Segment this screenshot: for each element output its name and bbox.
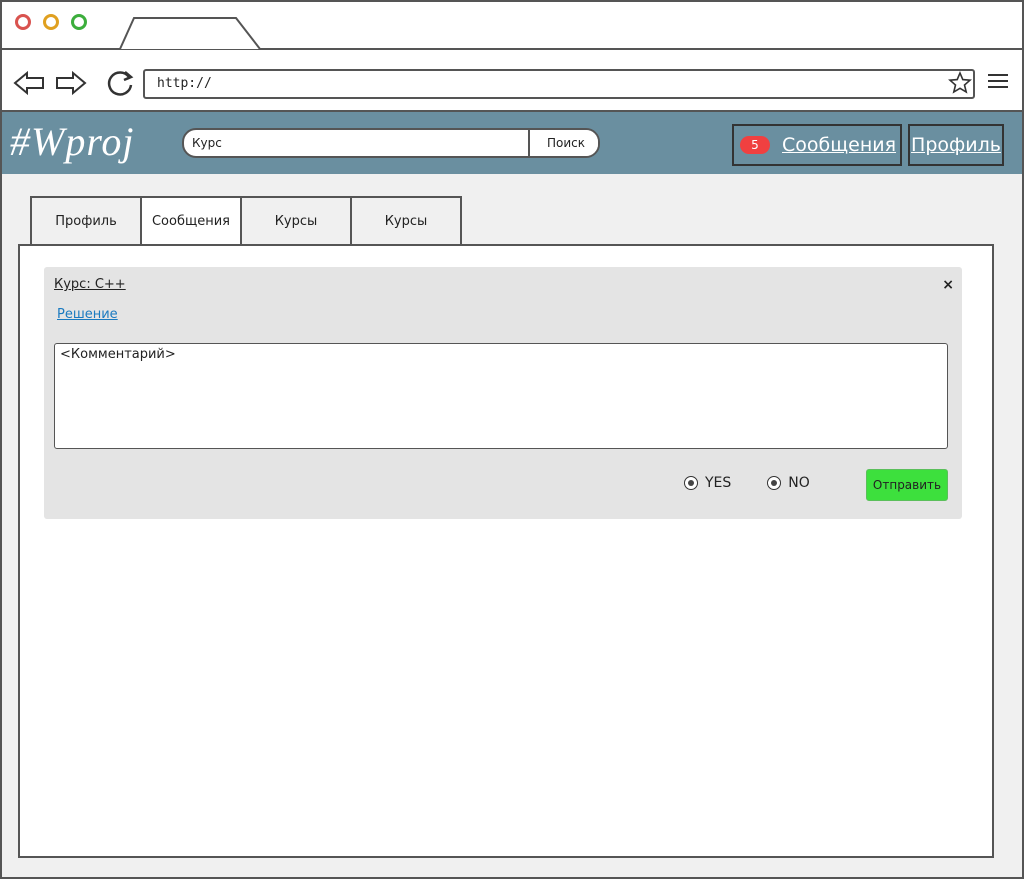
message-card: Курс: C++ × Решение <Комментарий> YES NO…	[44, 267, 962, 519]
back-arrow-icon[interactable]	[12, 68, 46, 98]
app-logo[interactable]: #Wproj	[10, 118, 135, 165]
tab-courses[interactable]: Курсы	[240, 196, 352, 246]
close-window-icon[interactable]	[15, 14, 31, 30]
hamburger-menu-icon[interactable]	[988, 74, 1008, 90]
star-icon[interactable]	[947, 70, 973, 96]
radio-circle-icon	[684, 476, 698, 490]
browser-tab[interactable]	[118, 16, 262, 50]
main-content: Профиль Сообщения Курсы Курсы Курс: C++ …	[2, 174, 1022, 877]
tab-profile[interactable]: Профиль	[30, 196, 142, 246]
maximize-window-icon[interactable]	[71, 14, 87, 30]
radio-no[interactable]: NO	[767, 475, 810, 491]
radio-yes-label: YES	[705, 475, 732, 491]
profile-button[interactable]: Профиль	[908, 124, 1004, 166]
tab-courses-2[interactable]: Курсы	[350, 196, 462, 246]
solution-link[interactable]: Решение	[57, 307, 118, 322]
search-bar: Курс Поиск	[182, 128, 600, 158]
messages-count-badge: 5	[740, 136, 770, 154]
app-header: #Wproj Курс Поиск 5 Сообщения Профиль	[2, 112, 1022, 174]
tab-messages[interactable]: Сообщения	[140, 196, 242, 246]
title-bar	[2, 2, 1022, 50]
tab-bar: Профиль Сообщения Курсы Курсы	[30, 196, 462, 246]
messages-label: Сообщения	[782, 134, 897, 156]
forward-arrow-icon[interactable]	[54, 68, 88, 98]
search-input[interactable]: Курс	[184, 130, 536, 156]
comment-textarea[interactable]: <Комментарий>	[54, 343, 948, 449]
messages-button[interactable]: 5 Сообщения	[732, 124, 902, 166]
profile-label: Профиль	[911, 134, 1001, 156]
radio-circle-icon	[767, 476, 782, 490]
card-title: Курс: C++	[54, 277, 126, 292]
answer-options: YES NO	[684, 475, 846, 491]
url-input[interactable]: http://	[143, 69, 975, 99]
minimize-window-icon[interactable]	[43, 14, 59, 30]
send-button[interactable]: Отправить	[866, 469, 948, 501]
tab-panel: Курс: C++ × Решение <Комментарий> YES NO…	[18, 244, 994, 858]
radio-no-label: NO	[788, 475, 810, 491]
close-icon[interactable]: ×	[942, 277, 954, 293]
browser-toolbar: http://	[2, 50, 1022, 112]
radio-yes[interactable]: YES	[684, 475, 731, 491]
browser-window: http:// #Wproj Курс Поиск 5 Сообщения Пр…	[0, 0, 1024, 879]
reload-icon[interactable]	[103, 68, 137, 98]
search-button[interactable]: Поиск	[528, 130, 598, 156]
